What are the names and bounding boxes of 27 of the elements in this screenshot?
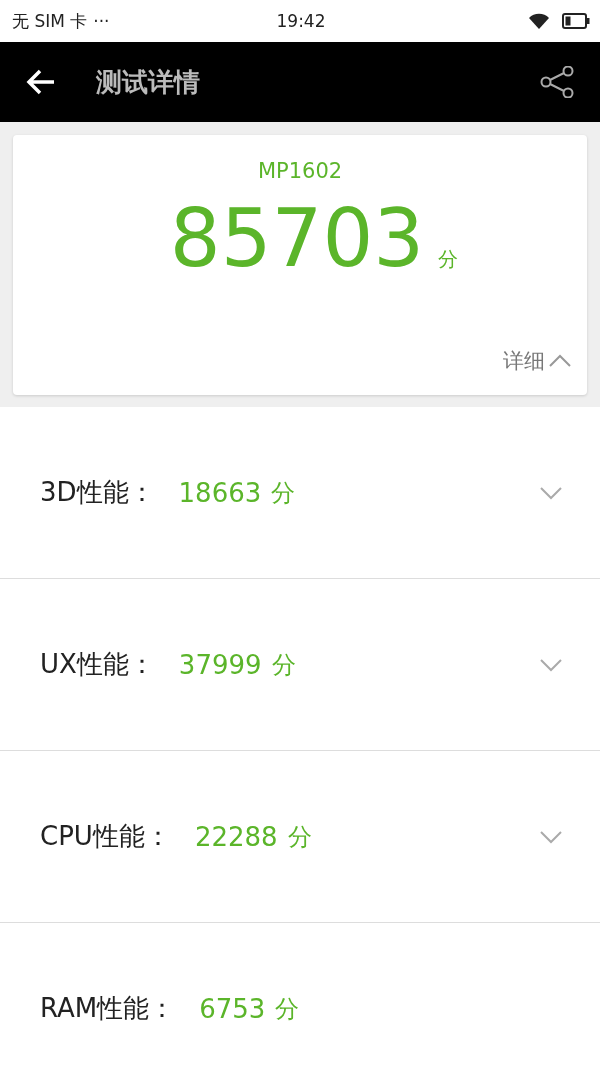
- chevron-icon[interactable]: [540, 829, 562, 844]
- details-toggle[interactable]: 详细: [503, 347, 571, 375]
- carrier-text: 无 SIM 卡: [12, 9, 88, 33]
- score-unit: 分: [287, 821, 313, 853]
- result-label: CPU性能：: [40, 820, 171, 853]
- score-unit: 分: [271, 477, 297, 509]
- page-title: 测试详情: [96, 65, 201, 99]
- wifi-icon: [528, 12, 550, 30]
- chevron-icon[interactable]: [540, 485, 562, 500]
- result-label: RAM性能：: [40, 992, 176, 1025]
- result-score: 37999: [178, 649, 262, 680]
- result-score: 6753: [199, 993, 266, 1024]
- score-unit: 分: [271, 649, 297, 681]
- total-score: 85703: [169, 199, 425, 279]
- device-name: MP1602: [257, 159, 343, 183]
- share-icon[interactable]: [540, 66, 574, 98]
- battery-icon: [562, 13, 590, 29]
- result-score: 18663: [178, 477, 262, 508]
- result-label: UX性能：: [40, 648, 155, 681]
- back-arrow-icon[interactable]: [26, 69, 56, 95]
- clock-text: 19:42: [276, 11, 326, 31]
- result-label: 3D性能：: [40, 476, 155, 509]
- chevron-icon[interactable]: [540, 657, 562, 672]
- score-unit: 分: [438, 246, 459, 273]
- result-score: 22288: [194, 821, 278, 852]
- more-text: ···: [93, 11, 110, 31]
- score-unit: 分: [275, 993, 301, 1025]
